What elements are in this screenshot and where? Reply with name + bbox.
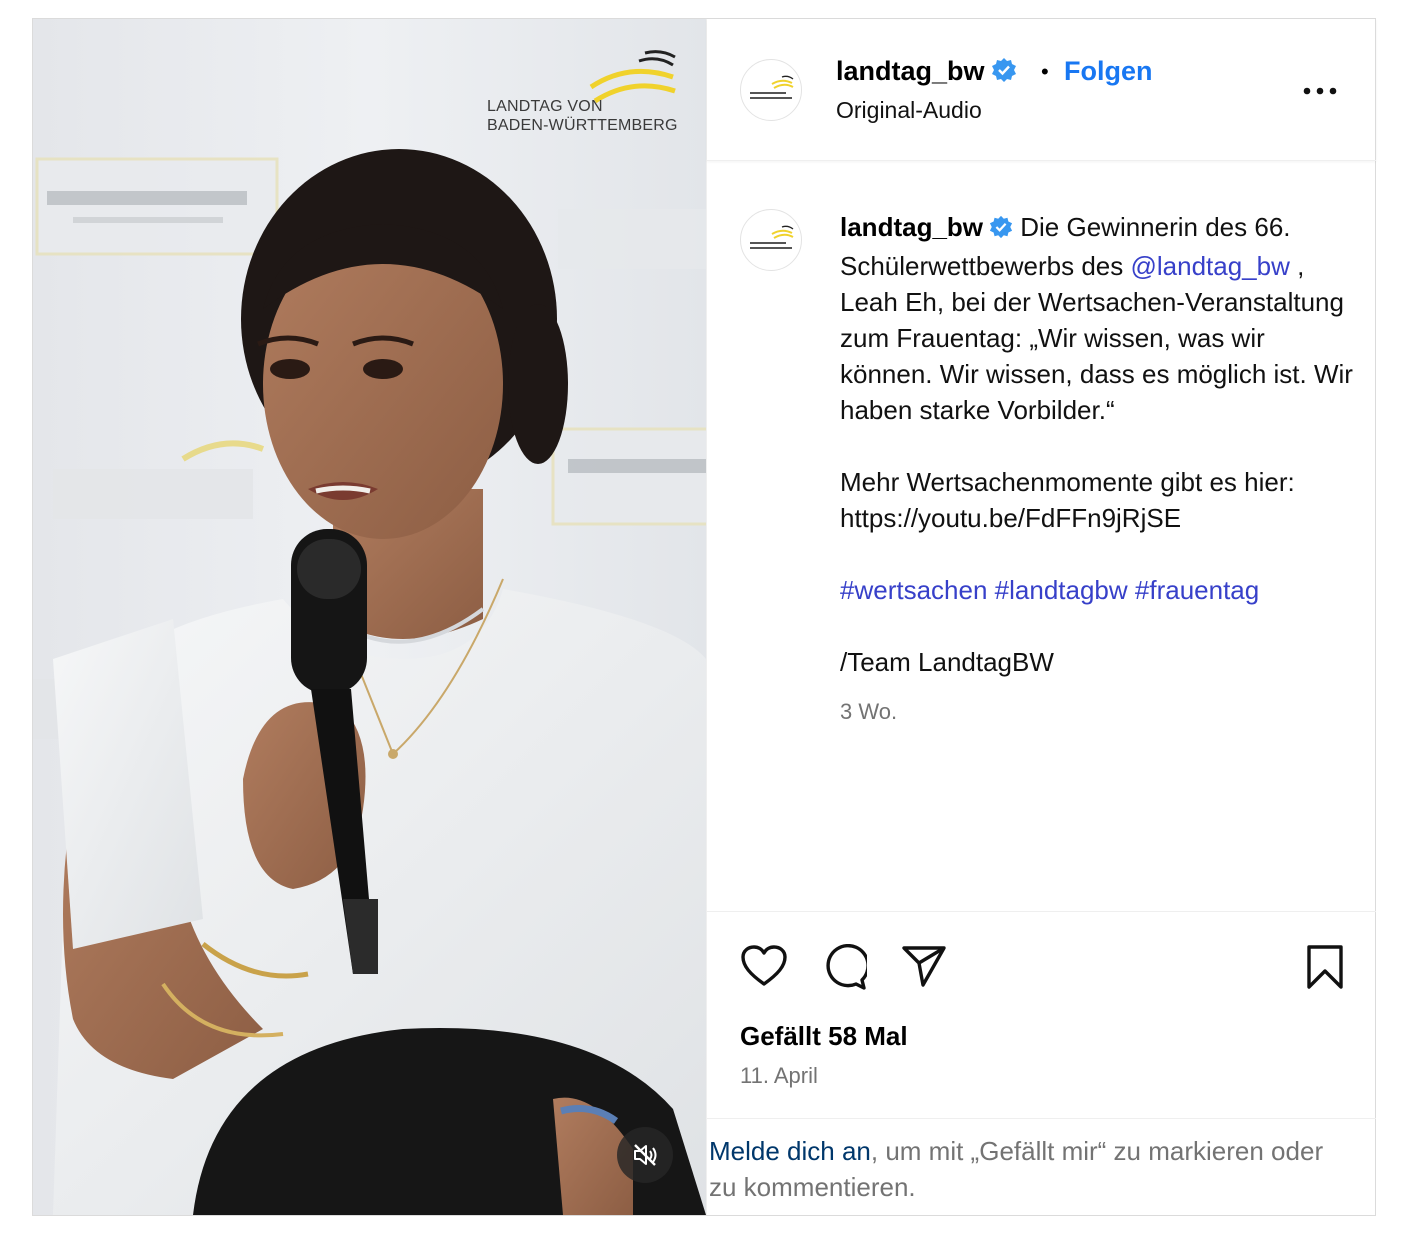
verified-badge-icon	[991, 57, 1017, 88]
login-link[interactable]: Melde dich an	[709, 1136, 871, 1166]
share-button[interactable]	[901, 944, 947, 993]
save-button[interactable]	[1305, 944, 1345, 995]
hashtags: #wertsachen #landtagbw #frauentag	[840, 572, 1355, 608]
post-header: landtag_bw • Folgen Original-Audio	[707, 19, 1376, 161]
hashtag-link[interactable]: #wertsachen	[840, 575, 987, 605]
brand-text: LANDTAG VON BADEN-WÜRTTEMBERG	[487, 97, 678, 135]
like-button[interactable]	[740, 944, 788, 993]
profile-avatar[interactable]	[740, 59, 802, 121]
comment-icon	[826, 943, 870, 990]
username-link[interactable]: landtag_bw	[836, 56, 985, 86]
brand-line-2: BADEN-WÜRTTEMBERG	[487, 117, 678, 134]
speaker-muted-icon	[634, 1144, 657, 1166]
action-bar	[707, 911, 1376, 1011]
mute-button[interactable]	[617, 1127, 673, 1183]
caption-username-link[interactable]: landtag_bw	[840, 212, 983, 242]
header-user: landtag_bw	[836, 56, 1017, 88]
more-options-icon[interactable]	[1303, 83, 1337, 101]
instagram-post: LANDTAG VON BADEN-WÜRTTEMBERG landtag_bw…	[32, 18, 1376, 1216]
post-date[interactable]: 11. April	[740, 1063, 818, 1089]
follow-button[interactable]: Folgen	[1064, 56, 1153, 87]
heart-icon	[741, 945, 787, 986]
landtag-logo-icon	[750, 225, 794, 249]
caption-avatar[interactable]	[740, 209, 802, 271]
login-prompt: Melde dich an, um mit „Gefällt mir“ zu m…	[707, 1118, 1376, 1215]
comment-button[interactable]	[821, 943, 870, 995]
video-frame	[33, 19, 706, 1215]
hashtag-link[interactable]: #frauentag	[1135, 575, 1259, 605]
send-icon	[902, 946, 946, 987]
caption: landtag_bw Die Gewinnerin des 66. Schüle…	[840, 209, 1355, 730]
verified-badge-icon	[989, 212, 1013, 248]
post-panel: landtag_bw • Folgen Original-Audio landt…	[706, 19, 1376, 1215]
mention-link[interactable]: @landtag_bw	[1130, 251, 1289, 281]
brand-line-1: LANDTAG VON	[487, 98, 603, 115]
audio-label[interactable]: Original-Audio	[836, 97, 982, 124]
landtag-logo-icon	[750, 75, 794, 99]
hashtag-link[interactable]: #landtagbw	[995, 575, 1128, 605]
caption-timestamp[interactable]: 3 Wo.	[840, 694, 1355, 730]
caption-paragraph-2: Mehr Wertsachenmomente gibt es hier: htt…	[840, 467, 1295, 533]
like-count[interactable]: Gefällt 58 Mal	[740, 1021, 908, 1052]
separator-dot: •	[1041, 59, 1049, 84]
caption-signoff: /Team LandtagBW	[840, 647, 1054, 677]
bookmark-icon	[1307, 945, 1343, 989]
video-player[interactable]: LANDTAG VON BADEN-WÜRTTEMBERG	[33, 19, 706, 1215]
